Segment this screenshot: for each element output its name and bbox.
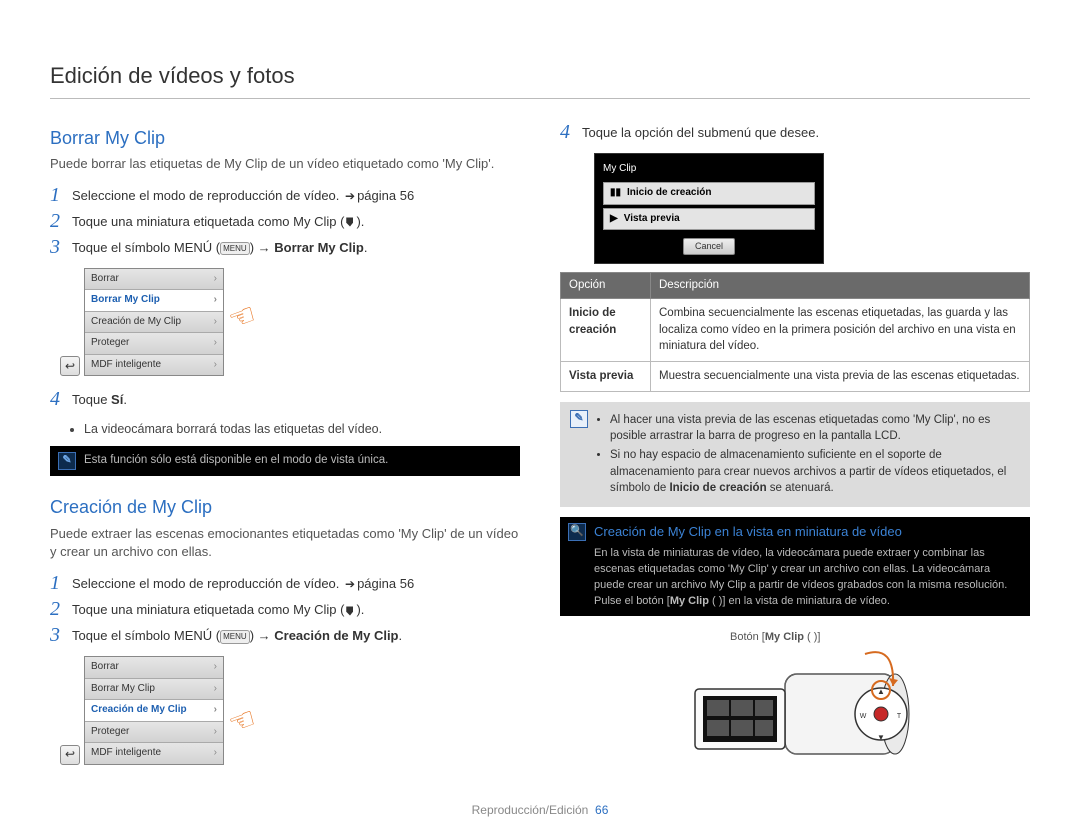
chevron-right-icon: ›	[214, 660, 217, 675]
chevron-right-icon: ›	[214, 293, 217, 308]
note-grey-box: ✎ Al hacer una vista previa de las escen…	[560, 402, 1030, 507]
menu-row-selected: Creación de My Clip›	[85, 700, 223, 722]
table-header-option: Opción	[561, 273, 651, 299]
heading-borrar-myclip: Borrar My Clip	[50, 125, 520, 151]
step-number: 4	[560, 121, 582, 143]
chevron-right-icon: ›	[214, 358, 217, 373]
note-bullet: Si no hay espacio de almacenamiento sufi…	[610, 447, 1020, 497]
hand-pointer-icon: ☜	[222, 293, 262, 343]
step-number: 1	[50, 572, 72, 594]
steps-right: 4 Toque la opción del submenú que desee.	[560, 121, 1030, 143]
footer-section: Reproducción/Edición	[472, 803, 589, 817]
step-number: 1	[50, 184, 72, 206]
menu-screenshot-creacion: ↩ Borrar› Borrar My Clip› Creación de My…	[84, 656, 234, 765]
menu-row: MDF inteligente›	[85, 743, 223, 764]
chevron-right-icon: ›	[214, 703, 217, 718]
back-button-icon: ↩	[60, 356, 80, 376]
step-text: Toque el símbolo MENÚ (MENU) → Creación …	[72, 624, 520, 646]
table-cell-key: Vista previa	[561, 362, 651, 392]
camcorder-svg: ▲ ▼ W T	[635, 634, 955, 784]
lcd-cancel-button: Cancel	[683, 238, 735, 255]
menu-row: Borrar›	[85, 269, 223, 291]
step4-bullet: La videocámara borrará todas las etiquet…	[70, 420, 520, 438]
note-title: Creación de My Clip en la vista en minia…	[594, 523, 1022, 542]
hand-pointer-icon: ☜	[222, 697, 262, 747]
note-body: En la vista de miniaturas de vídeo, la v…	[594, 547, 1007, 607]
lcd-row-inicio: ▮▮ Inicio de creación	[603, 182, 815, 205]
lcd-row-vista: ▶ Vista previa	[603, 208, 815, 231]
chevron-right-icon: ›	[214, 315, 217, 330]
table-cell-val: Combina secuencialmente las escenas etiq…	[651, 299, 1030, 362]
table-row: Vista previa Muestra secuencialmente una…	[561, 362, 1030, 392]
menu-row: Borrar›	[85, 657, 223, 679]
right-column: 4 Toque la opción del submenú que desee.…	[560, 117, 1030, 784]
info-icon: ✎	[570, 410, 588, 428]
table-header-description: Descripción	[651, 273, 1030, 299]
step-text: Toque una miniatura etiquetada como My C…	[72, 210, 520, 232]
intro-creacion: Puede extraer las escenas emocionantes e…	[50, 525, 520, 563]
table-cell-key: Inicio de creación	[561, 299, 651, 362]
menu-row-selected: Borrar My Clip›	[85, 290, 223, 312]
svg-text:▼: ▼	[877, 733, 885, 742]
options-table: Opción Descripción Inicio de creación Co…	[560, 272, 1030, 391]
menu-chip-icon: MENU	[220, 242, 250, 256]
info-icon: ✎	[58, 452, 76, 470]
bullet-item: La videocámara borrará todas las etiquet…	[84, 420, 520, 438]
myclip-tag-icon	[344, 605, 356, 617]
magnify-icon: 🔍	[568, 523, 586, 541]
menu-chip-icon: MENU	[220, 630, 250, 644]
chevron-right-icon: ›	[214, 746, 217, 761]
myclip-tag-icon	[344, 216, 356, 228]
step-number: 4	[50, 388, 72, 410]
menu-row: Proteger›	[85, 333, 223, 355]
svg-text:▲: ▲	[877, 687, 885, 696]
footer-page-number: 66	[595, 803, 608, 817]
lcd-submenu-screenshot: My Clip ▮▮ Inicio de creación ▶ Vista pr…	[594, 153, 824, 265]
step-text: Toque Sí.	[72, 388, 520, 410]
step-text: Toque la opción del submenú que desee.	[582, 121, 1030, 143]
chevron-right-icon: ›	[214, 725, 217, 740]
svg-text:W: W	[860, 713, 867, 720]
step-text: Toque una miniatura etiquetada como My C…	[72, 598, 520, 620]
step-text: Seleccione el modo de reproducción de ví…	[72, 184, 520, 206]
menu-row: Borrar My Clip›	[85, 679, 223, 701]
page-ref-arrow-icon	[343, 575, 357, 594]
play-icon: ▶	[610, 212, 618, 227]
camcorder-button-label: Botón [My Clip ( )]	[730, 630, 820, 646]
left-column: Borrar My Clip Puede borrar las etiqueta…	[50, 117, 520, 784]
note-bullet: Al hacer una vista previa de las escenas…	[610, 412, 1020, 445]
chevron-right-icon: ›	[214, 336, 217, 351]
menu-row: Creación de My Clip›	[85, 312, 223, 334]
note-black-thumbnail: 🔍 Creación de My Clip en la vista en min…	[560, 517, 1030, 616]
menu-row: MDF inteligente›	[85, 355, 223, 376]
intro-borrar: Puede borrar las etiquetas de My Clip de…	[50, 155, 520, 174]
back-button-icon: ↩	[60, 745, 80, 765]
chevron-right-icon: ›	[214, 272, 217, 287]
step-number: 3	[50, 236, 72, 258]
svg-text:T: T	[897, 713, 902, 720]
step-text: Toque el símbolo MENÚ (MENU) → Borrar My…	[72, 236, 520, 258]
page-ref-arrow-icon	[343, 187, 357, 206]
step-number: 2	[50, 598, 72, 620]
step-number: 2	[50, 210, 72, 232]
table-cell-val: Muestra secuencialmente una vista previa…	[651, 362, 1030, 392]
note-text: Esta función sólo está disponible en el …	[84, 452, 388, 469]
steps-borrar: 1 Seleccione el modo de reproducción de …	[50, 184, 520, 258]
menu-screenshot-borrar: ↩ Borrar› Borrar My Clip› Creación de My…	[84, 268, 234, 377]
steps-borrar-cont: 4 Toque Sí.	[50, 388, 520, 410]
table-row: Inicio de creación Combina secuencialmen…	[561, 299, 1030, 362]
step-text: Seleccione el modo de reproducción de ví…	[72, 572, 520, 594]
film-icon: ▮▮	[610, 186, 621, 201]
chevron-right-icon: ›	[214, 682, 217, 697]
page-title: Edición de vídeos y fotos	[50, 60, 1030, 99]
step-number: 3	[50, 624, 72, 646]
camcorder-illustration: Botón [My Clip ( )] ▲	[560, 634, 1030, 784]
lcd-title: My Clip	[603, 162, 815, 177]
page-footer: Reproducción/Edición 66	[50, 802, 1030, 819]
heading-creacion-myclip: Creación de My Clip	[50, 494, 520, 520]
menu-row: Proteger›	[85, 722, 223, 744]
steps-creacion: 1 Seleccione el modo de reproducción de …	[50, 572, 520, 646]
note-single-view: ✎ Esta función sólo está disponible en e…	[50, 446, 520, 476]
